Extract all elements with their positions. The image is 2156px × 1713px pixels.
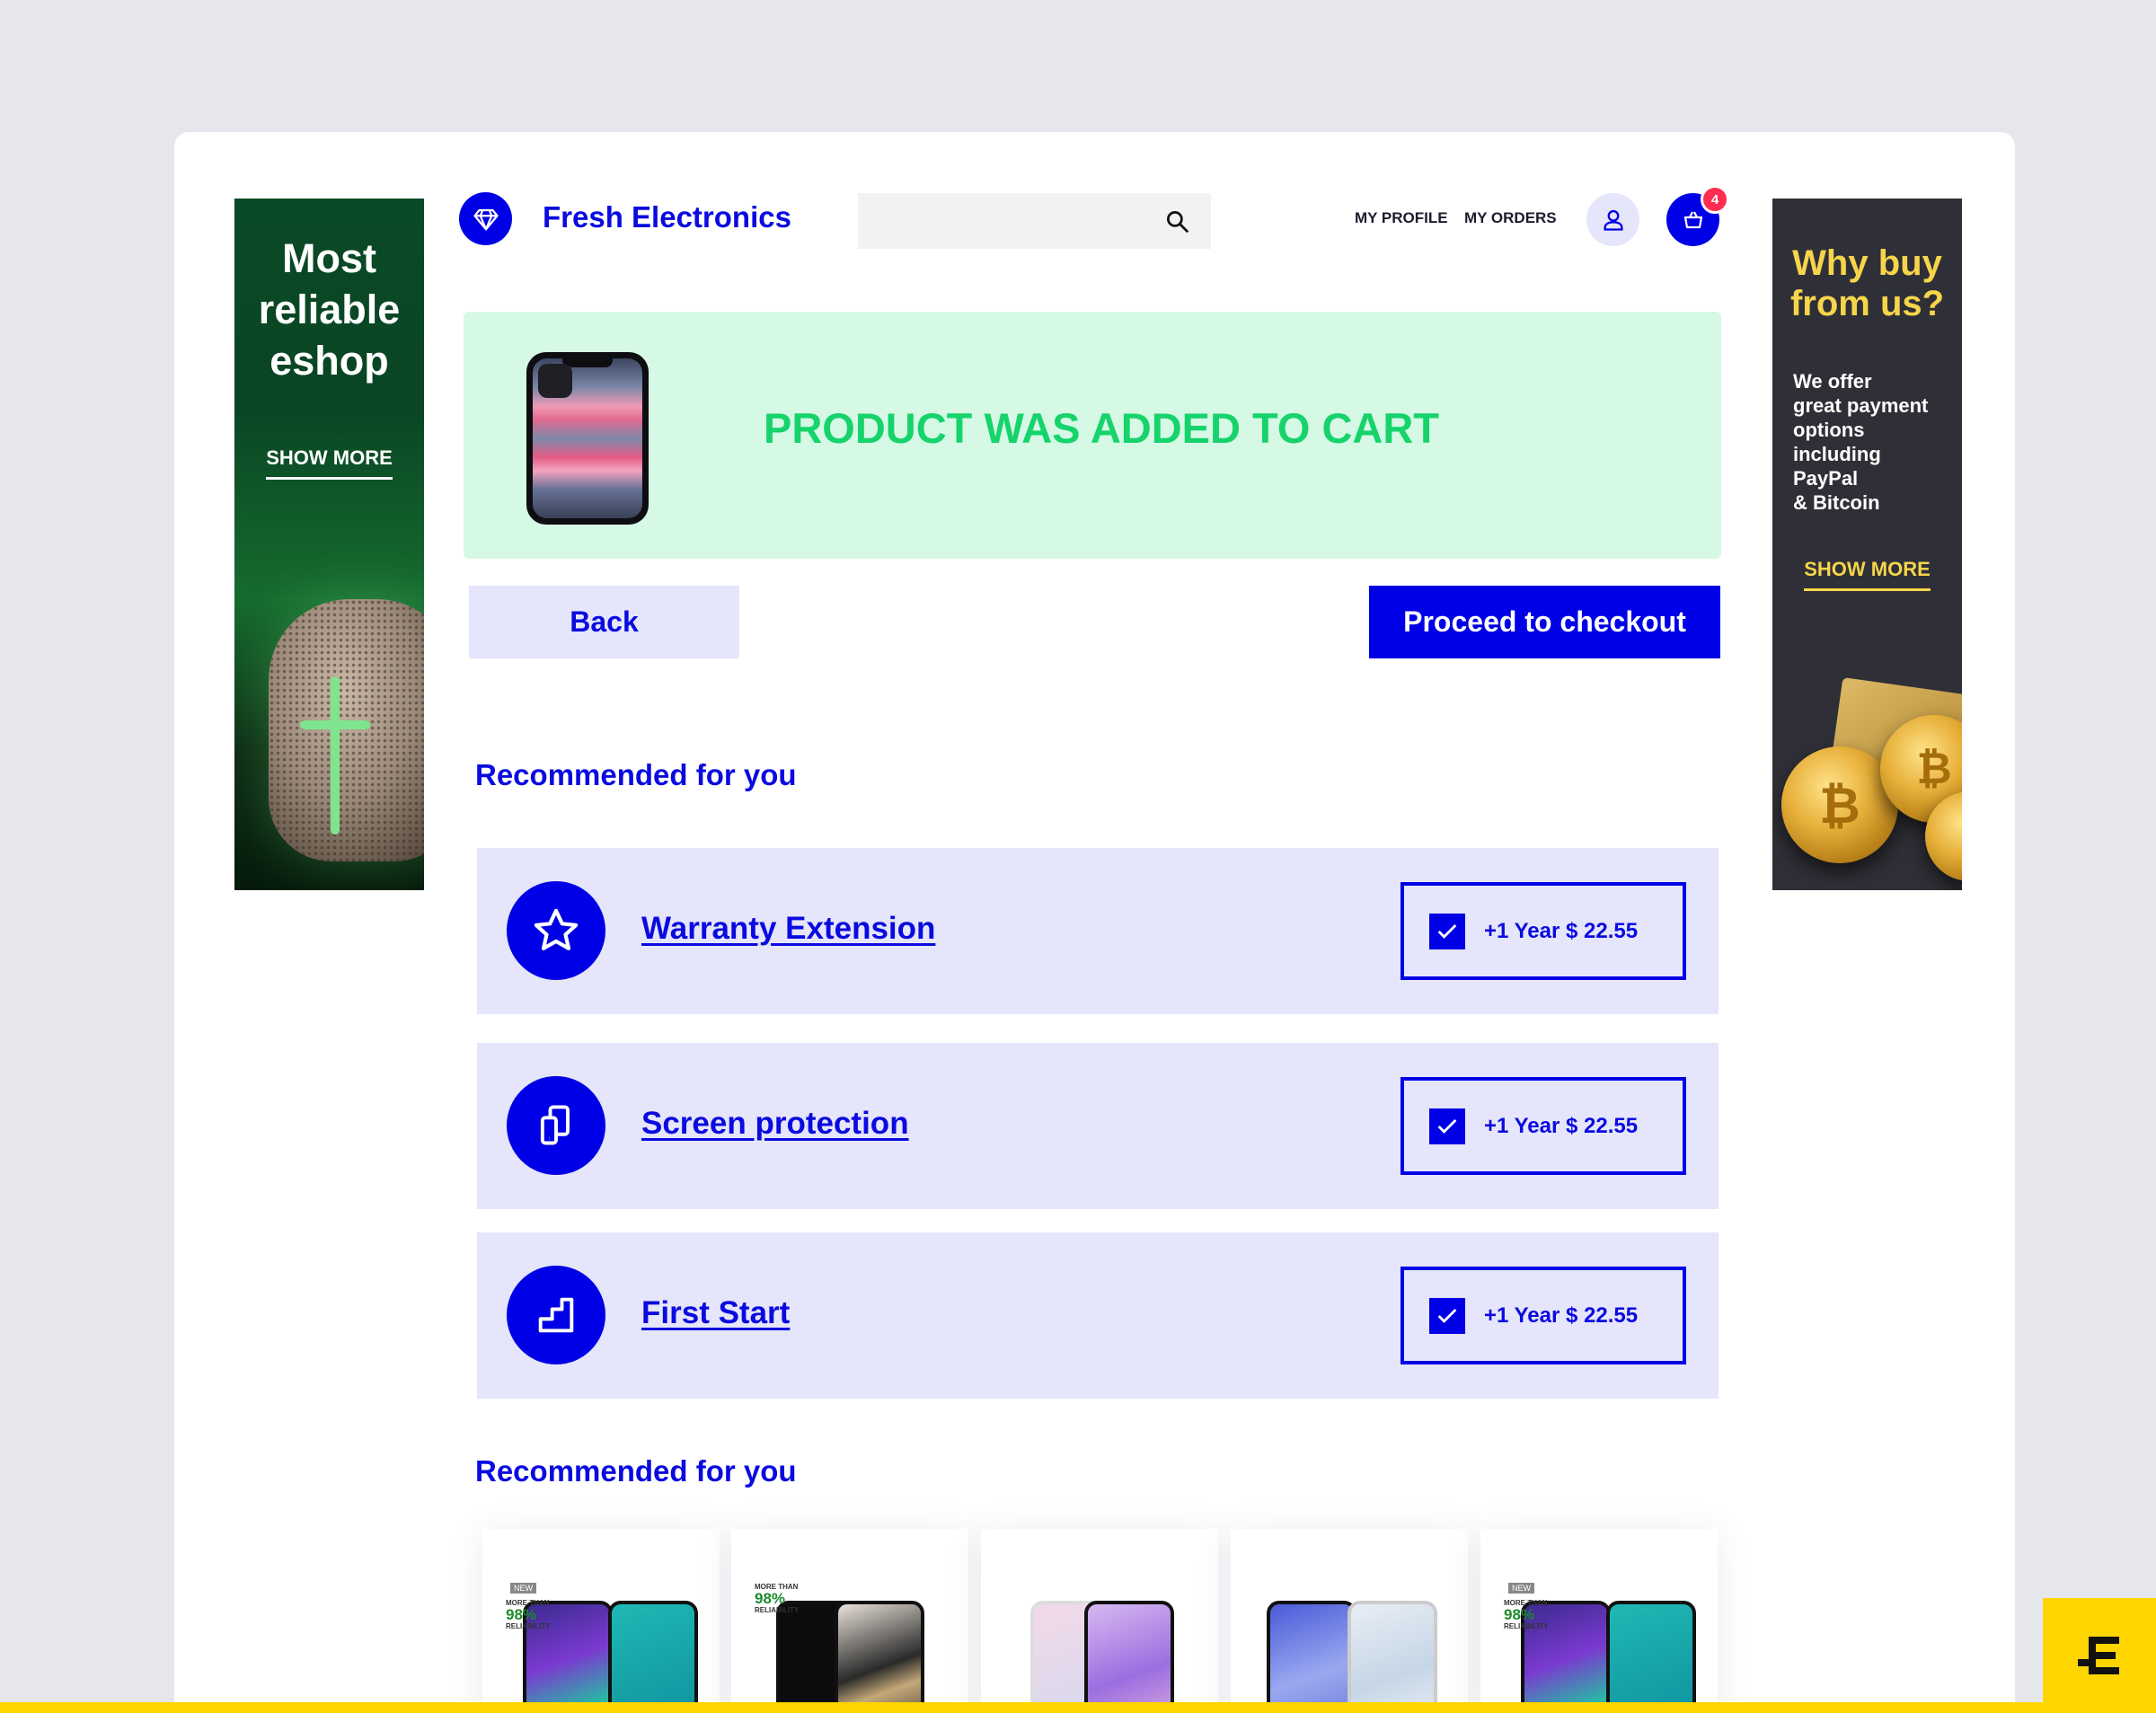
tag-reliability: RELIABILITY: [755, 1606, 800, 1614]
brand-name[interactable]: Fresh Electronics: [543, 200, 791, 234]
back-button[interactable]: Back: [469, 586, 739, 658]
nav-my-profile[interactable]: MY PROFILE: [1355, 209, 1448, 227]
nav-my-orders[interactable]: MY ORDERS: [1464, 209, 1557, 227]
tag-percent: 98%: [1504, 1606, 1535, 1623]
speaker-image: [269, 599, 424, 861]
service-option-toggle[interactable]: +1 Year $ 22.55: [1401, 882, 1686, 980]
product-phone-image: [1267, 1601, 1356, 1713]
ad-right-show-more[interactable]: SHOW MORE: [1772, 558, 1962, 591]
cart-count-badge: 4: [1701, 185, 1729, 214]
service-option-toggle[interactable]: +1 Year $ 22.55: [1401, 1077, 1686, 1175]
product-phone-image: [835, 1601, 924, 1713]
service-option-price: +1 Year $ 22.55: [1484, 1302, 1639, 1328]
ad-left-show-more[interactable]: SHOW MORE: [234, 446, 424, 480]
logo-diamond-icon[interactable]: [459, 192, 512, 245]
service-row: Warranty Extension +1 Year $ 22.55: [477, 848, 1719, 1014]
tag-reliability: RELIABILITY: [1504, 1622, 1549, 1630]
tag-percent: 98%: [506, 1606, 537, 1623]
user-icon[interactable]: [1586, 193, 1639, 246]
ad-left-title: Most reliable eshop: [258, 235, 401, 384]
product-phone-image: [1606, 1601, 1696, 1713]
tag-reliability: RELIABILITY: [506, 1622, 551, 1630]
reliability-tag: MORE THAN 98% RELIABILITY: [506, 1599, 550, 1630]
product-phone-image: [1348, 1601, 1437, 1713]
new-badge: NEW: [510, 1583, 536, 1594]
service-option-price: +1 Year $ 22.55: [1484, 1113, 1639, 1138]
stairs-icon: [507, 1266, 605, 1364]
speaker-plus-horizontal: [300, 720, 370, 729]
services-section-title: Recommended for you: [475, 758, 797, 791]
checkbox-checked-icon[interactable]: [1429, 1108, 1465, 1144]
page-card: Most reliable eshop SHOW MORE Why buy fr…: [174, 132, 2015, 1713]
ad-right-show-more-label[interactable]: SHOW MORE: [1804, 558, 1931, 591]
products-section-title: Recommended for you: [475, 1454, 797, 1488]
product-tile[interactable]: MORE THAN 98% RELIABILITY: [731, 1529, 968, 1713]
service-option-price: +1 Year $ 22.55: [1484, 918, 1639, 943]
service-name-link[interactable]: Warranty Extension: [641, 911, 935, 947]
phone-camera: [538, 364, 572, 398]
product-phone-image: [608, 1601, 698, 1713]
product-tile[interactable]: [1231, 1529, 1468, 1713]
ad-banner-left[interactable]: Most reliable eshop SHOW MORE: [234, 199, 424, 890]
added-to-cart-message: PRODUCT WAS ADDED TO CART: [764, 404, 1439, 452]
search-input[interactable]: [858, 193, 1211, 249]
product-tile[interactable]: NEW MORE THAN 98% RELIABILITY: [482, 1529, 720, 1713]
speaker-plus-vertical: [331, 676, 340, 834]
reliability-tag: MORE THAN 98% RELIABILITY: [1504, 1599, 1548, 1630]
star-icon: [507, 881, 605, 980]
checkbox-checked-icon[interactable]: [1429, 913, 1465, 949]
reliability-tag: MORE THAN 98% RELIABILITY: [755, 1583, 799, 1614]
ad-banner-right[interactable]: Why buy from us? We offer great payment …: [1772, 199, 1962, 890]
ad-right-title: Why buy from us?: [1789, 243, 1945, 323]
service-row: First Start +1 Year $ 22.55: [477, 1232, 1719, 1399]
added-to-cart-banner: PRODUCT WAS ADDED TO CART: [464, 312, 1721, 559]
product-tile[interactable]: [981, 1529, 1218, 1713]
proceed-to-checkout-button[interactable]: Proceed to checkout: [1369, 586, 1720, 658]
service-name-link[interactable]: First Start: [641, 1295, 790, 1331]
tag-percent: 98%: [755, 1590, 786, 1607]
checkbox-checked-icon[interactable]: [1429, 1297, 1465, 1334]
service-option-toggle[interactable]: +1 Year $ 22.55: [1401, 1267, 1686, 1364]
search-icon[interactable]: [1164, 208, 1191, 235]
brand-mark-icon: [2078, 1637, 2119, 1674]
product-tile[interactable]: NEW MORE THAN 98% RELIABILITY: [1480, 1529, 1718, 1713]
service-name-link[interactable]: Screen protection: [641, 1106, 909, 1142]
ad-right-copy: We offer great payment options including…: [1793, 370, 1929, 514]
bottom-accent-bar: [0, 1702, 2156, 1713]
corner-logo: [2043, 1598, 2156, 1713]
service-row: Screen protection +1 Year $ 22.55: [477, 1043, 1719, 1209]
new-badge: NEW: [1508, 1583, 1534, 1594]
devices-icon: [507, 1076, 605, 1175]
ad-left-show-more-label[interactable]: SHOW MORE: [266, 446, 393, 480]
product-phone-image: [1084, 1601, 1174, 1713]
